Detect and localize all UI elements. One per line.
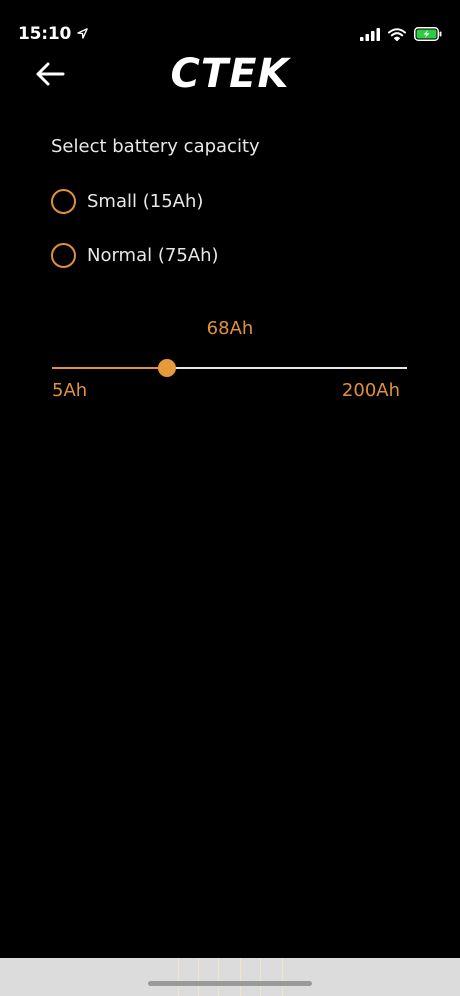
- radio-label-normal: Normal (75Ah): [87, 244, 219, 266]
- radio-option-normal[interactable]: Normal (75Ah): [51, 241, 219, 269]
- logo-text: CTEK: [170, 51, 290, 97]
- status-icons: [360, 26, 442, 45]
- status-time: 15:10: [18, 24, 72, 44]
- wifi-icon: [388, 26, 406, 45]
- section-title: Select battery capacity: [51, 136, 260, 157]
- slider-max-label: 200Ah: [341, 380, 400, 401]
- bottom-bar-stripe: [198, 958, 199, 996]
- slider-fill: [52, 367, 167, 369]
- back-button[interactable]: [30, 56, 70, 96]
- bottom-bar-stripe: [282, 958, 283, 996]
- radio-option-small[interactable]: Small (15Ah): [51, 187, 203, 215]
- cellular-signal-icon: [360, 26, 380, 45]
- home-indicator[interactable]: [148, 981, 312, 986]
- slider-thumb[interactable]: [157, 359, 176, 377]
- bottom-bar-stripe: [218, 958, 219, 996]
- radio-button-small[interactable]: [51, 188, 76, 214]
- bottom-bar-stripe: [178, 958, 179, 996]
- slider-min-label: 5Ah: [52, 380, 88, 401]
- radio-button-normal[interactable]: [51, 242, 76, 268]
- ctek-logo: CTEK: [155, 51, 305, 97]
- arrow-left-icon: [34, 61, 66, 91]
- status-time-group: 15:10: [18, 24, 88, 44]
- bottom-bar-stripe: [260, 958, 261, 996]
- status-bar: 15:10: [0, 0, 460, 52]
- capacity-slider[interactable]: [52, 358, 407, 378]
- bottom-bar-stripe: [240, 958, 241, 996]
- radio-label-small: Small (15Ah): [87, 190, 204, 212]
- location-arrow-icon: [77, 24, 88, 44]
- bottom-bar: [0, 958, 460, 996]
- slider-value-label: 68Ah: [206, 318, 254, 339]
- battery-charging-icon: [414, 26, 442, 45]
